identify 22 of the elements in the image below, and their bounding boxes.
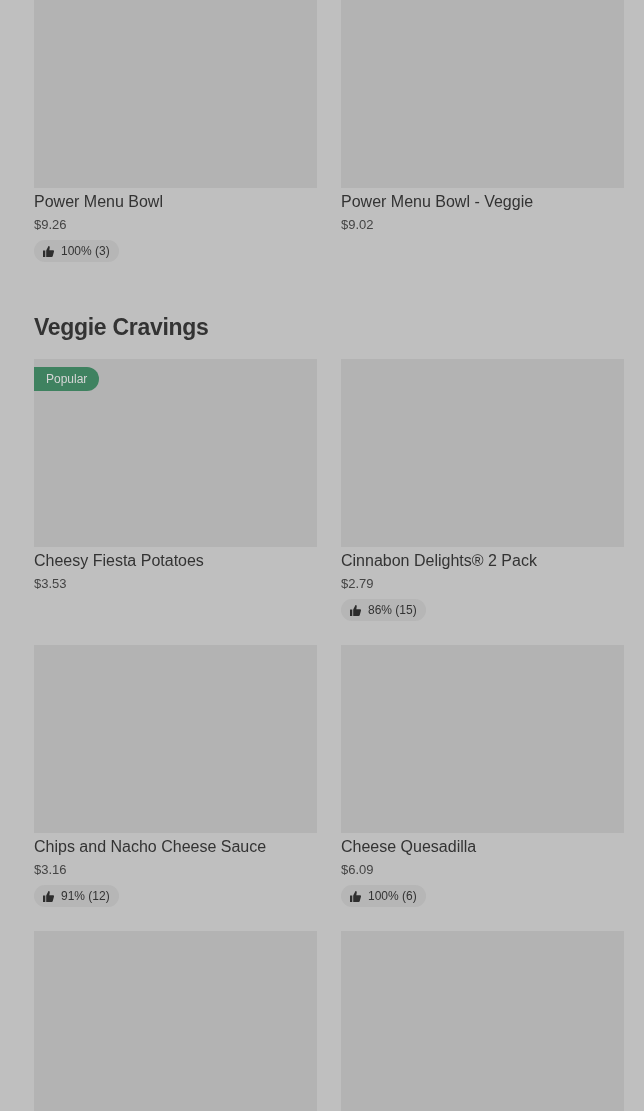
rating-text: 100% (6) <box>368 889 417 903</box>
item-price: $9.26 <box>34 216 67 234</box>
item-price: $9.02 <box>341 216 374 234</box>
popular-badge: Popular <box>34 367 100 391</box>
item-name[interactable]: Power Menu Bowl - Veggie <box>341 192 534 212</box>
item-price: $3.53 <box>34 575 67 593</box>
item-price: $2.79 <box>341 575 374 593</box>
item-price: $6.09 <box>341 861 374 879</box>
thumbs-up-icon <box>43 245 54 257</box>
thumbs-up-icon <box>350 890 361 902</box>
item-price: $3.16 <box>34 861 67 879</box>
item-name[interactable]: Power Menu Bowl <box>34 192 163 212</box>
rating-text: 100% (3) <box>61 244 110 258</box>
item-name[interactable]: Cinnabon Delights® 2 Pack <box>341 551 537 571</box>
item-name[interactable]: Chips and Nacho Cheese Sauce <box>34 837 267 857</box>
section-heading: Veggie Cravings <box>34 313 210 342</box>
rating-text: 86% (15) <box>368 603 417 617</box>
thumbs-up-icon <box>43 890 54 902</box>
thumbs-up-icon <box>350 604 361 616</box>
rating-text: 91% (12) <box>61 889 110 903</box>
item-name[interactable]: Cheese Quesadilla <box>341 837 477 857</box>
item-name[interactable]: Cheesy Fiesta Potatoes <box>34 551 204 571</box>
